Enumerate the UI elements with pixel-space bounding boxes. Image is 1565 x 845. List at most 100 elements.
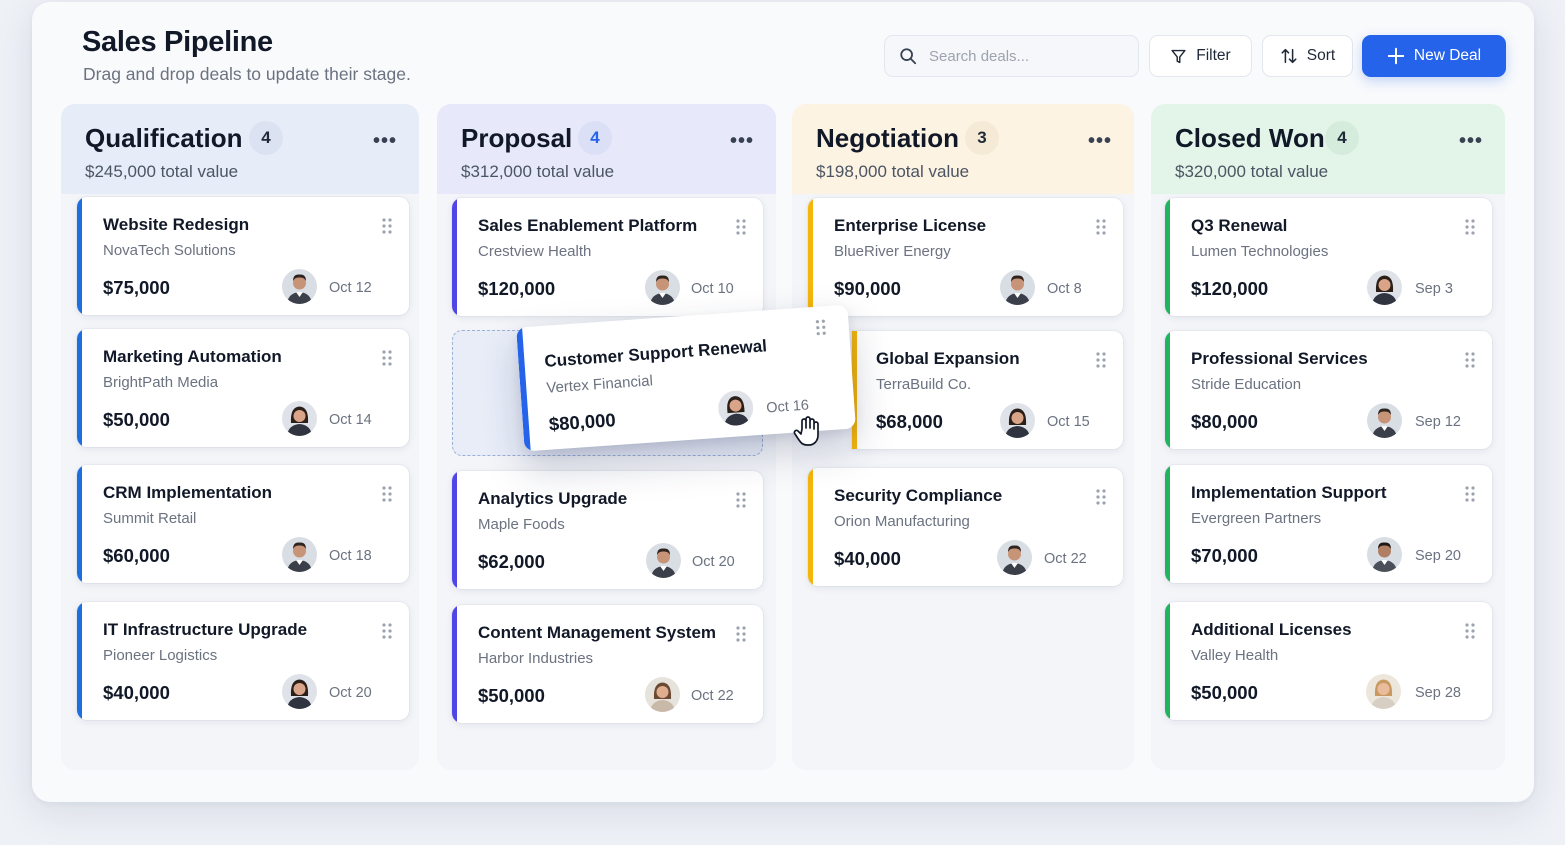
drag-handle-icon[interactable] (735, 218, 747, 236)
deal-company: BrightPath Media (103, 374, 219, 391)
deal-date: Sep 12 (1415, 414, 1461, 430)
deal-company: Maple Foods (478, 516, 565, 533)
deal-card[interactable]: Analytics Upgrade Maple Foods $62,000 Oc… (452, 471, 763, 589)
deal-title: Security Compliance (834, 486, 1003, 505)
deal-amount: $120,000 (478, 278, 556, 299)
deal-card[interactable]: Q3 Renewal Lumen Technologies $120,000 S… (1165, 198, 1492, 316)
deal-card[interactable]: Additional Licenses Valley Health $50,00… (1165, 602, 1492, 720)
sort-button[interactable]: Sort (1262, 35, 1353, 77)
deal-amount: $90,000 (834, 278, 901, 299)
female-avatar (717, 389, 755, 427)
drag-handle-icon[interactable] (1464, 485, 1476, 503)
drag-handle-icon[interactable] (1095, 218, 1107, 236)
more-options-icon[interactable]: ••• (1088, 130, 1112, 153)
deal-company: Summit Retail (103, 510, 197, 527)
card-accent (77, 329, 82, 447)
deal-title: Website Redesign (103, 215, 250, 234)
search-input[interactable] (929, 47, 1119, 65)
drag-handle-icon[interactable] (381, 485, 393, 503)
filter-button[interactable]: Filter (1149, 35, 1252, 77)
deal-amount: $80,000 (548, 409, 617, 435)
filter-label: Filter (1196, 47, 1231, 64)
male-avatar (282, 537, 317, 572)
card-accent (808, 468, 813, 586)
card-accent (452, 605, 457, 723)
deal-amount: $40,000 (103, 682, 170, 703)
deal-amount: $70,000 (1191, 545, 1258, 566)
female-avatar (1366, 674, 1401, 709)
search-box[interactable] (884, 35, 1139, 77)
deal-title: Sales Enablement Platform (478, 216, 698, 235)
deal-card[interactable]: IT Infrastructure Upgrade Pioneer Logist… (77, 602, 409, 720)
deal-company: NovaTech Solutions (103, 242, 236, 259)
deal-card[interactable]: Sales Enablement Platform Crestview Heal… (452, 198, 763, 316)
deal-date: Oct 22 (691, 688, 734, 704)
card-accent (1165, 331, 1170, 449)
column-count-badge: 4 (249, 121, 283, 155)
deal-title: Professional Services (1191, 349, 1368, 368)
sort-arrows-icon (1281, 48, 1297, 64)
deal-company: Evergreen Partners (1191, 510, 1322, 527)
deal-card[interactable]: Marketing Automation BrightPath Media $5… (77, 329, 409, 447)
column-total-value: $245,000 total value (85, 162, 239, 181)
more-options-icon[interactable]: ••• (1459, 130, 1483, 153)
column-count-badge: 3 (965, 121, 999, 155)
plus-icon (1387, 47, 1405, 65)
card-accent (1165, 602, 1170, 720)
deal-title: Marketing Automation (103, 347, 282, 366)
drag-handle-icon[interactable] (735, 625, 747, 643)
page-title: Sales Pipeline (82, 26, 273, 58)
deal-card[interactable]: CRM Implementation Summit Retail $60,000… (77, 465, 409, 583)
female-avatar (1367, 270, 1402, 305)
deal-title: Additional Licenses (1191, 620, 1352, 639)
male-avatar (646, 543, 681, 578)
new-deal-button[interactable]: New Deal (1362, 35, 1506, 77)
drag-handle-icon[interactable] (1464, 622, 1476, 640)
deal-date: Oct 22 (1044, 551, 1087, 567)
deal-amount: $68,000 (876, 411, 943, 432)
drag-handle-icon[interactable] (381, 349, 393, 367)
deal-title: Customer Support Renewal (543, 336, 768, 371)
deal-card[interactable]: Security Compliance Orion Manufacturing … (808, 468, 1123, 586)
drag-handle-icon[interactable] (1095, 351, 1107, 369)
deal-card[interactable]: Implementation Support Evergreen Partner… (1165, 465, 1492, 583)
drag-handle-icon[interactable] (735, 491, 747, 509)
more-options-icon[interactable]: ••• (373, 130, 397, 153)
female-avatar (1000, 403, 1035, 438)
deal-amount: $50,000 (478, 685, 545, 706)
deal-company: Crestview Health (478, 243, 592, 260)
deal-date: Oct 14 (329, 412, 372, 428)
deal-company: Orion Manufacturing (834, 513, 970, 530)
deal-title: Enterprise License (834, 216, 987, 235)
deal-title: Implementation Support (1191, 483, 1387, 502)
drag-handle-icon[interactable] (381, 217, 393, 235)
card-accent (77, 602, 82, 720)
deal-title: Global Expansion (876, 349, 1020, 368)
filter-icon (1171, 49, 1186, 63)
drag-handle-icon[interactable] (814, 318, 827, 337)
more-options-icon[interactable]: ••• (730, 130, 754, 153)
card-accent (77, 197, 82, 315)
column-count-badge: 4 (1325, 121, 1359, 155)
deal-amount: $62,000 (478, 551, 545, 572)
deal-card[interactable]: Enterprise License BlueRiver Energy $90,… (808, 198, 1123, 316)
deal-amount: $50,000 (103, 409, 170, 430)
deal-title: CRM Implementation (103, 483, 273, 502)
deal-date: Oct 18 (329, 548, 372, 564)
deal-amount: $50,000 (1191, 682, 1258, 703)
deal-card[interactable]: Content Management System Harbor Industr… (452, 605, 763, 723)
deal-card[interactable]: Professional Services Stride Education $… (1165, 331, 1492, 449)
deal-date: Sep 20 (1415, 548, 1461, 564)
drag-handle-icon[interactable] (381, 622, 393, 640)
search-icon (900, 48, 917, 65)
deal-amount: $80,000 (1191, 411, 1258, 432)
drag-handle-icon[interactable] (1095, 488, 1107, 506)
deal-date: Oct 8 (1047, 281, 1082, 297)
drag-handle-icon[interactable] (1464, 218, 1476, 236)
page-subtitle: Drag and drop deals to update their stag… (83, 64, 411, 84)
column-total-value: $198,000 total value (816, 162, 970, 181)
deal-card[interactable]: Website Redesign NovaTech Solutions $75,… (77, 197, 409, 315)
deal-company: Lumen Technologies (1191, 243, 1329, 260)
deal-card[interactable]: Global Expansion TerraBuild Co. $68,000 … (852, 331, 1123, 449)
drag-handle-icon[interactable] (1464, 351, 1476, 369)
